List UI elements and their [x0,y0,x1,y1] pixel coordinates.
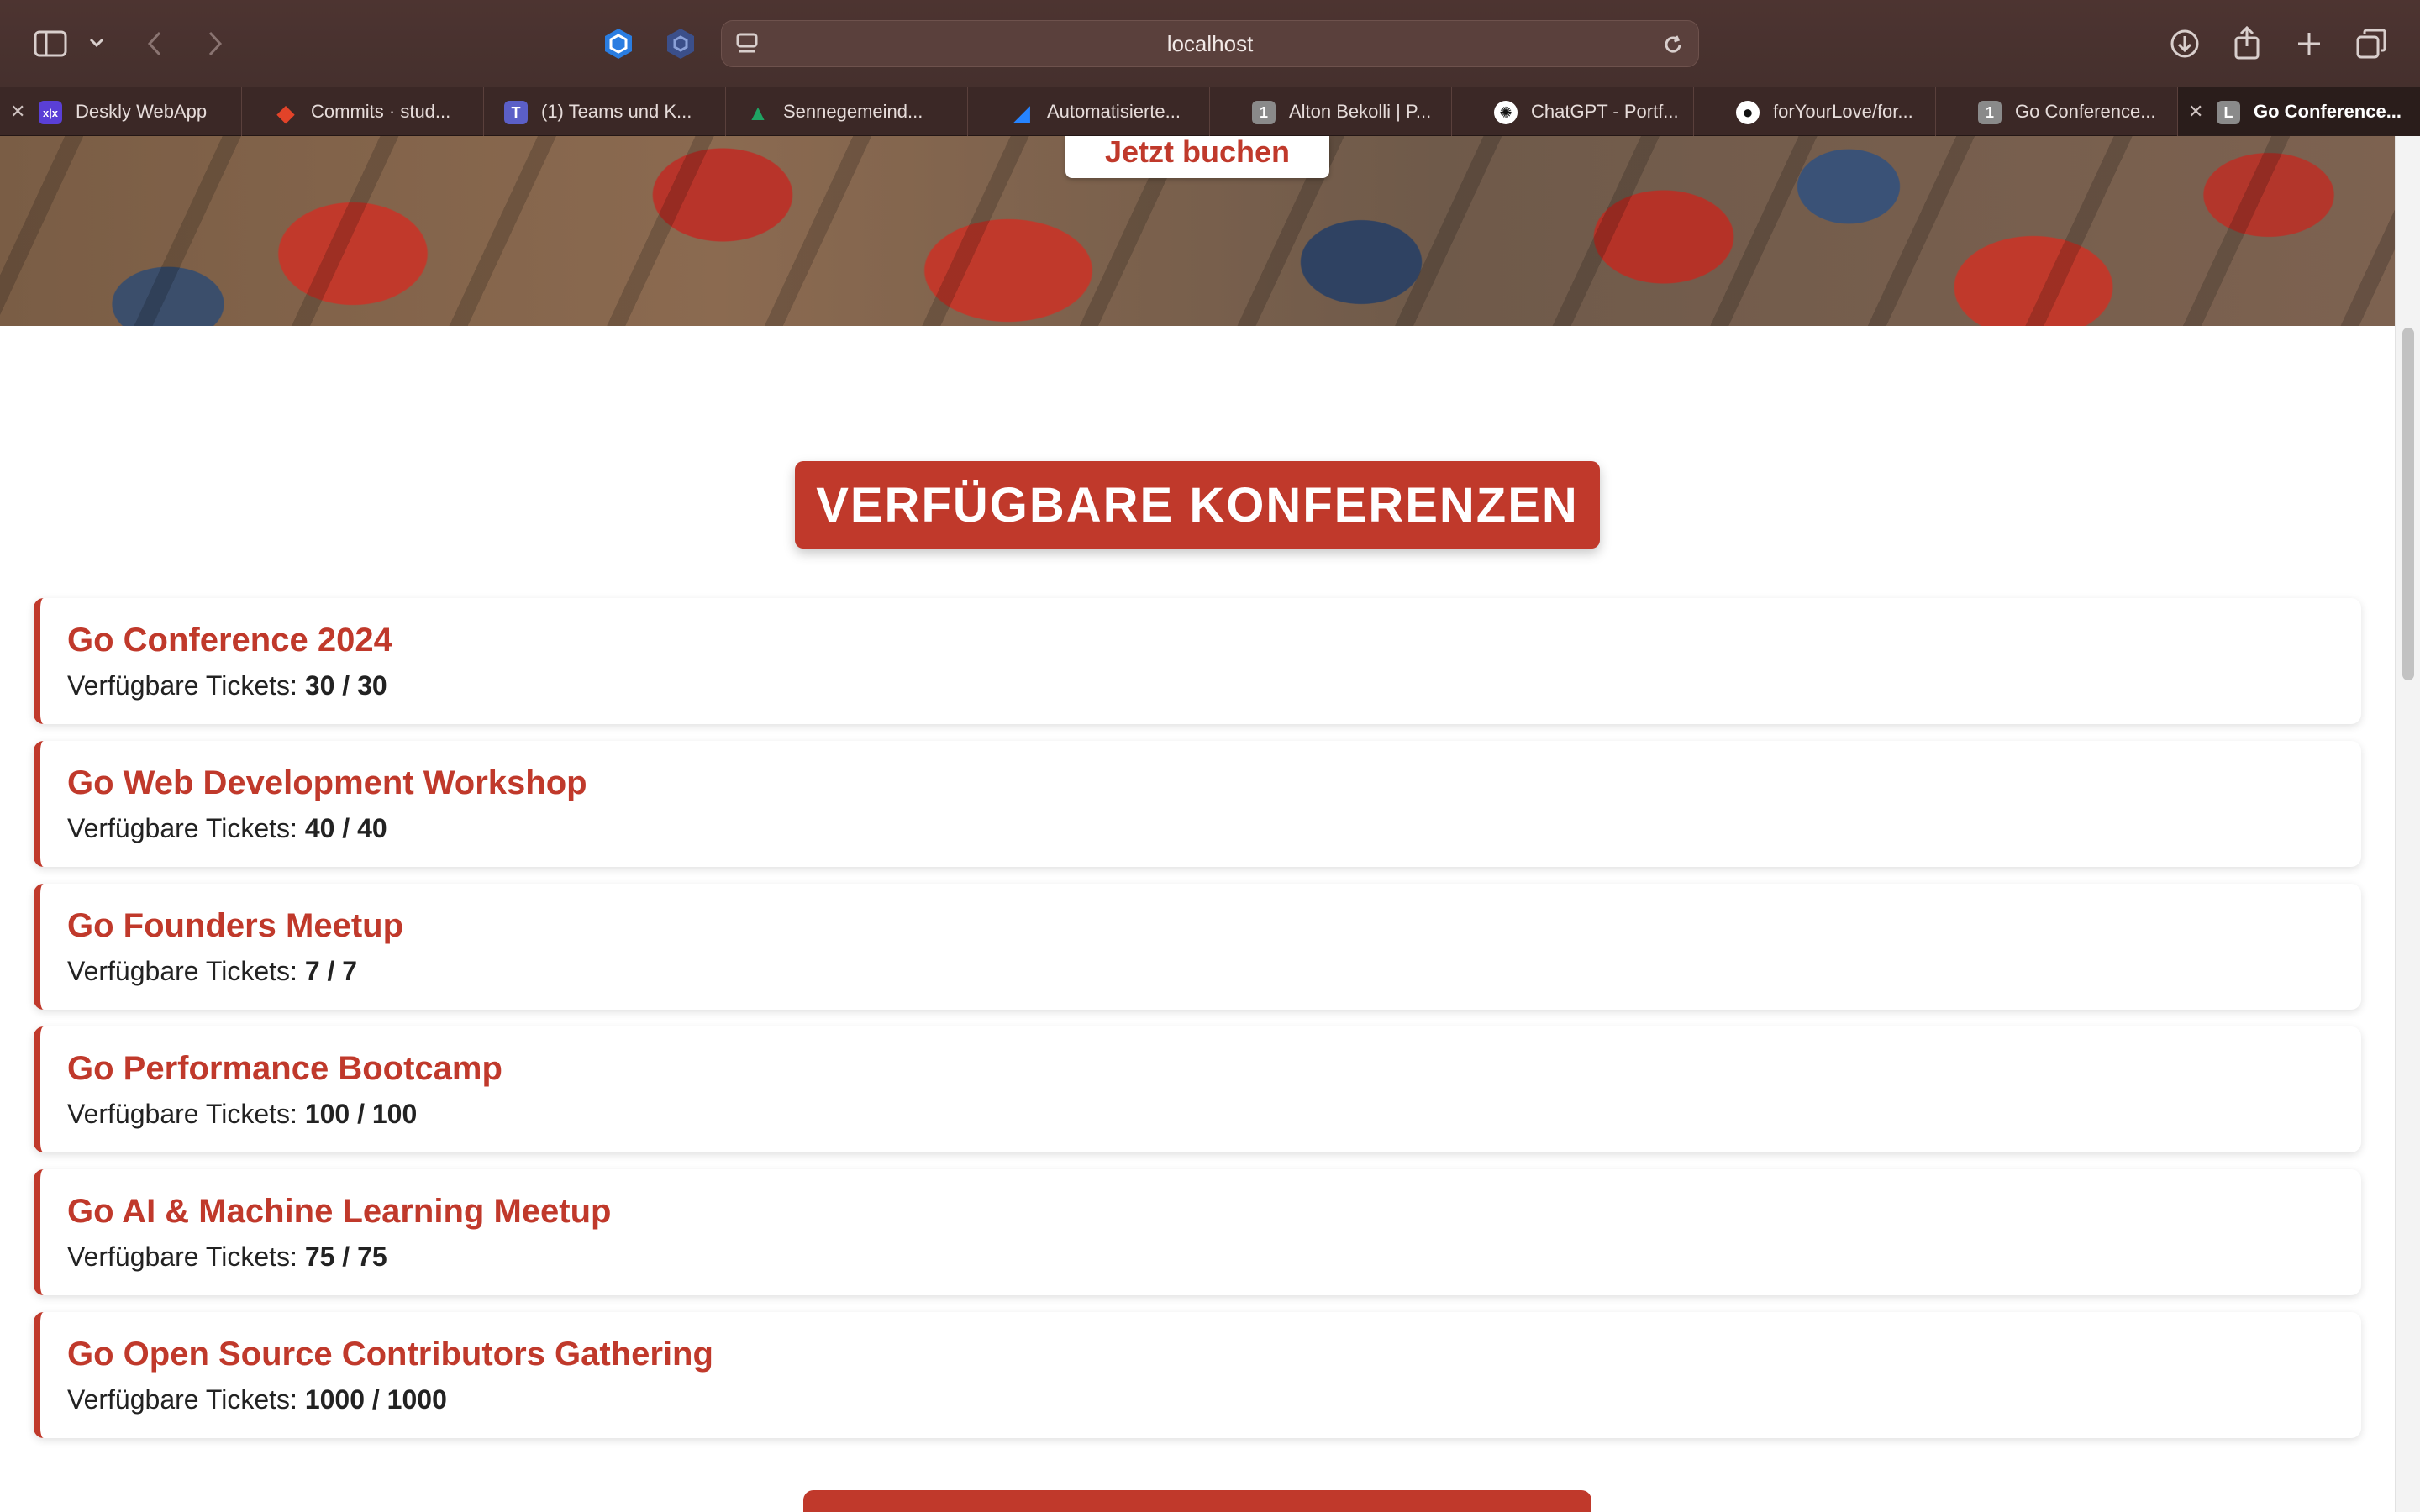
tab-label: Sennegemeind... [783,101,923,122]
ticket-availability: Verfügbare Tickets: 30 / 30 [67,670,387,701]
deskly-icon: x|x [39,101,62,124]
tab-gitlab-commits[interactable]: ◆ Commits · stud... [242,87,484,136]
booking-form-button[interactable] [803,1490,1591,1512]
conference-card[interactable]: Go Web Development Workshop Verfügbare T… [34,741,2361,867]
ticket-availability: Verfügbare Tickets: 7 / 7 [67,956,358,986]
ticket-availability: Verfügbare Tickets: 75 / 75 [67,1242,387,1272]
conference-name: Go AI & Machine Learning Meetup [67,1193,612,1230]
tab-go-conference-1[interactable]: 1 Go Conference... [1936,87,2178,136]
tab-group-icon: 1 [1978,101,2002,124]
teams-icon: T [504,101,528,124]
ticket-availability: Verfügbare Tickets: 40 / 40 [67,813,387,843]
extension-shield-icon[interactable] [600,25,637,62]
privacy-shield-icon[interactable] [662,25,699,62]
forward-icon[interactable] [198,25,232,62]
ticket-count: 40 / 40 [304,813,387,843]
tab-label: Go Conference... [2254,101,2402,122]
share-icon[interactable] [2228,24,2265,62]
conference-card[interactable]: Go AI & Machine Learning Meetup Verfügba… [34,1169,2361,1295]
tab-go-conference-active[interactable]: ✕ L Go Conference... [2178,87,2420,136]
gitlab-icon: ◆ [276,99,295,126]
tab-label: Commits · stud... [311,101,451,122]
tab-github[interactable]: ● forYourLove/for... [1694,87,1936,136]
tab-label: ChatGPT - Portf... [1531,101,1679,122]
tab-alton-bekolli[interactable]: 1 Alton Bekolli | P... [1210,87,1452,136]
ticket-count: 1000 / 1000 [304,1384,447,1415]
section-title: VERFÜGBARE KONFERENZEN [795,461,1600,549]
tab-label: (1) Teams und K... [541,101,692,122]
tab-label: forYourLove/for... [1773,101,1913,122]
tab-teams[interactable]: T (1) Teams und K... [484,87,726,136]
ticket-count: 75 / 75 [304,1242,387,1272]
chevron-down-icon[interactable] [84,30,109,55]
conference-card[interactable]: Go Performance Bootcamp Verfügbare Ticke… [34,1026,2361,1152]
hero-banner-image: Jetzt buchen [0,136,2395,326]
book-now-button[interactable]: Jetzt buchen [1065,136,1329,178]
letter-l-icon: L [2217,101,2240,124]
conference-card[interactable]: Go Founders Meetup Verfügbare Tickets: 7… [34,884,2361,1010]
new-tab-icon[interactable] [2291,25,2328,62]
tab-label: Automatisierte... [1047,101,1181,122]
tab-label: Deskly WebApp [76,101,208,122]
sidebar-toggle-icon[interactable] [32,25,69,62]
downloads-icon[interactable] [2166,25,2203,62]
browser-toolbar: localhost [0,0,2420,87]
ticket-count: 7 / 7 [304,956,358,986]
tab-chatgpt[interactable]: ✺ ChatGPT - Portf... [1452,87,1694,136]
tab-group-icon: 1 [1252,101,1276,124]
google-drive-icon: ▲ [747,99,769,125]
tab-label: Go Conference... [2015,101,2156,122]
page-scrollbar[interactable] [2395,136,2420,1512]
scrollbar-thumb[interactable] [2402,328,2414,680]
ticket-count: 100 / 100 [304,1099,418,1129]
conference-card[interactable]: Go Conference 2024 Verfügbare Tickets: 3… [34,598,2361,724]
address-url[interactable]: localhost [722,21,1698,66]
chatgpt-icon: ✺ [1494,101,1518,124]
tab-google-drive[interactable]: ▲ Sennegemeind... [726,87,968,136]
ticket-count: 30 / 30 [304,670,387,701]
conference-name: Go Open Source Contributors Gathering [67,1336,713,1373]
reload-icon[interactable] [1660,31,1686,58]
back-icon[interactable] [138,25,171,62]
tab-bar: ✕ x|x Deskly WebApp ◆ Commits · stud... … [0,87,2420,136]
conference-card[interactable]: Go Open Source Contributors Gathering Ve… [34,1312,2361,1438]
tab-deskly[interactable]: ✕ x|x Deskly WebApp [0,87,242,136]
address-bar[interactable]: localhost [721,20,1699,67]
ticket-availability: Verfügbare Tickets: 1000 / 1000 [67,1384,447,1415]
ticket-availability: Verfügbare Tickets: 100 / 100 [67,1099,418,1129]
conference-name: Go Performance Bootcamp [67,1050,502,1087]
jira-icon: ◢ [1013,99,1030,125]
close-tab-icon[interactable]: ✕ [10,102,25,122]
conference-name: Go Conference 2024 [67,622,392,659]
page-viewport: Jetzt buchen VERFÜGBARE KONFERENZEN Go C… [0,136,2395,1512]
github-icon: ● [1736,101,1760,124]
tab-jira[interactable]: ◢ Automatisierte... [968,87,1210,136]
tab-label: Alton Bekolli | P... [1289,101,1432,122]
conference-name: Go Web Development Workshop [67,764,587,801]
tab-overview-icon[interactable] [2353,25,2390,62]
conference-name: Go Founders Meetup [67,907,403,944]
conference-list: Go Conference 2024 Verfügbare Tickets: 3… [34,598,2361,1455]
close-tab-icon[interactable]: ✕ [2188,102,2203,122]
